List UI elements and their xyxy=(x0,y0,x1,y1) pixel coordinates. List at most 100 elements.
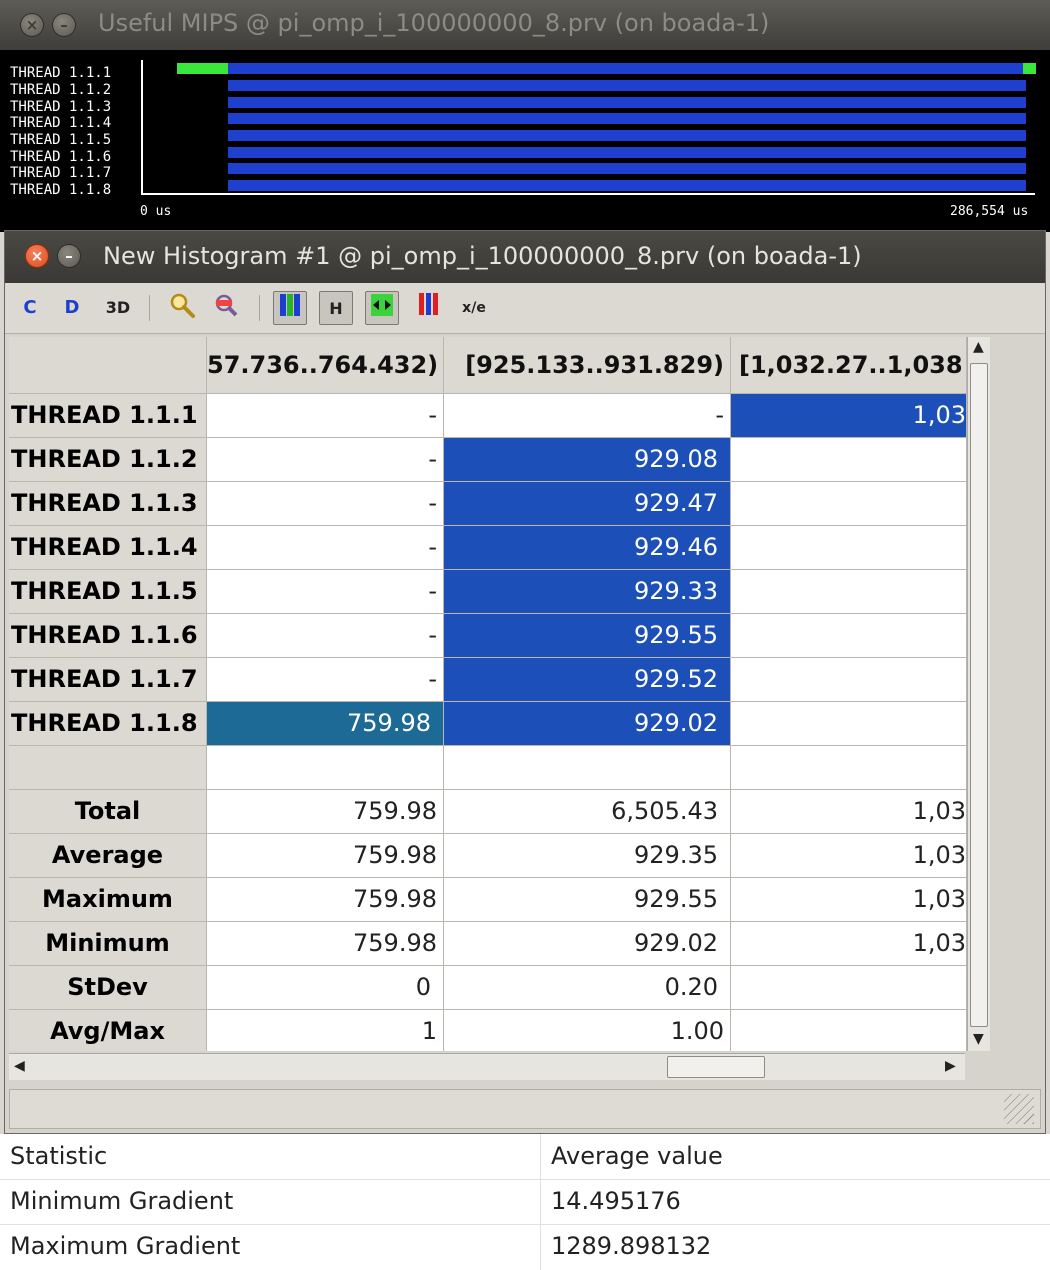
stat-cell[interactable]: 759.98 xyxy=(207,878,444,922)
table-cell[interactable]: - xyxy=(207,438,444,482)
scroll-right-icon[interactable]: ▶ xyxy=(945,1058,956,1074)
scroll-left-icon[interactable]: ◀ xyxy=(14,1058,25,1074)
stat-cell[interactable]: 1,03 xyxy=(731,922,967,966)
resize-grip-icon[interactable] xyxy=(1004,1094,1034,1124)
row-header[interactable]: THREAD 1.1.8 xyxy=(9,702,207,746)
table-cell[interactable]: - xyxy=(207,482,444,526)
row-header[interactable]: THREAD 1.1.3 xyxy=(9,482,207,526)
stat-cell[interactable]: 1.00 xyxy=(444,1010,731,1051)
minimize-icon: – xyxy=(60,16,68,34)
timeline-bar[interactable] xyxy=(228,97,1026,108)
horizontal-scroll-thumb[interactable] xyxy=(667,1056,765,1078)
3d-window-button[interactable]: 3D xyxy=(101,291,135,325)
minimize-button[interactable]: – xyxy=(52,13,76,37)
timeline-bar[interactable] xyxy=(177,63,228,74)
table-cell[interactable]: 929.47 xyxy=(444,482,731,526)
table-cell[interactable]: - xyxy=(207,570,444,614)
row-header[interactable]: THREAD 1.1.5 xyxy=(9,570,207,614)
horizontal-scrollbar[interactable]: ◀ ▶ xyxy=(9,1053,965,1080)
row-header[interactable]: THREAD 1.1.1 xyxy=(9,394,207,438)
close-button[interactable]: × xyxy=(20,13,44,37)
table-cell[interactable]: 929.46 xyxy=(444,526,731,570)
stat-row-header[interactable]: Total xyxy=(9,790,207,834)
stat-row-header[interactable]: Avg/Max xyxy=(9,1010,207,1051)
stat-cell[interactable]: 759.98 xyxy=(207,790,444,834)
minimize-button[interactable]: – xyxy=(57,244,81,268)
row-header[interactable]: THREAD 1.1.4 xyxy=(9,526,207,570)
table-cell[interactable] xyxy=(731,658,967,702)
zoom-button[interactable] xyxy=(165,291,199,325)
timeline-bar[interactable] xyxy=(228,113,1026,124)
table-cell[interactable] xyxy=(731,614,967,658)
table-cell[interactable]: 929.55 xyxy=(444,614,731,658)
timeline-bar[interactable] xyxy=(228,63,1023,74)
timeline-bar[interactable] xyxy=(1023,63,1036,74)
stat-cell[interactable]: 929.55 xyxy=(444,878,731,922)
stat-row-header[interactable]: Minimum xyxy=(9,922,207,966)
stat-cell[interactable]: 0 xyxy=(207,966,444,1010)
column-header[interactable]: [925.133..931.829) xyxy=(444,337,731,394)
histogram-table[interactable]: 57.736..764.432) [925.133..931.829) [1,0… xyxy=(9,337,967,1051)
table-cell[interactable] xyxy=(731,570,967,614)
data-window-button[interactable]: D xyxy=(55,291,89,325)
vertical-scroll-thumb[interactable] xyxy=(970,363,988,1027)
thread-label: THREAD 1.1.7 xyxy=(10,165,112,181)
table-cell[interactable]: - xyxy=(207,394,444,438)
row-header[interactable]: THREAD 1.1.7 xyxy=(9,658,207,702)
open-control-button[interactable] xyxy=(209,291,243,325)
table-cell[interactable] xyxy=(731,526,967,570)
table-cell[interactable]: 759.98 xyxy=(207,702,444,746)
stat-cell[interactable]: 1,03 xyxy=(731,790,967,834)
vertical-scrollbar[interactable]: ▲ ▼ xyxy=(967,337,990,1051)
stat-row-header[interactable]: Average xyxy=(9,834,207,878)
timeline-bar[interactable] xyxy=(228,80,1026,91)
column-header[interactable]: [1,032.27..1,038 xyxy=(731,337,967,394)
stat-cell[interactable]: 929.02 xyxy=(444,922,731,966)
timeline-bar[interactable] xyxy=(228,180,1026,191)
stat-cell[interactable]: 759.98 xyxy=(207,922,444,966)
timeline-bar[interactable] xyxy=(228,147,1026,158)
table-cell[interactable]: 929.08 xyxy=(444,438,731,482)
histogram-titlebar[interactable]: × – New Histogram #1 @ pi_omp_i_10000000… xyxy=(5,231,1045,283)
timeline-titlebar[interactable]: × – Useful MIPS @ pi_omp_i_100000000_8.p… xyxy=(0,0,1050,50)
table-cell[interactable]: - xyxy=(207,526,444,570)
stat-cell[interactable]: 1 xyxy=(207,1010,444,1051)
table-cell[interactable]: 1,03 xyxy=(731,394,967,438)
row-header[interactable]: THREAD 1.1.6 xyxy=(9,614,207,658)
stat-cell[interactable] xyxy=(731,966,967,1010)
stat-row-header[interactable]: Maximum xyxy=(9,878,207,922)
stat-cell[interactable]: 1,03 xyxy=(731,834,967,878)
thread-label: THREAD 1.1.8 xyxy=(10,182,112,198)
stat-row-header[interactable]: StDev xyxy=(9,966,207,1010)
stat-cell[interactable]: 759.98 xyxy=(207,834,444,878)
thread-label: THREAD 1.1.6 xyxy=(10,149,112,165)
color-bars-button[interactable] xyxy=(411,291,445,325)
column-header[interactable]: 57.736..764.432) xyxy=(207,337,444,394)
window-title: New Histogram #1 @ pi_omp_i_100000000_8.… xyxy=(103,242,862,270)
table-cell[interactable] xyxy=(731,702,967,746)
stat-cell[interactable]: 6,505.43 xyxy=(444,790,731,834)
fit-columns-button[interactable] xyxy=(365,291,399,325)
table-cell[interactable]: 929.52 xyxy=(444,658,731,702)
stat-cell[interactable] xyxy=(731,1010,967,1051)
stat-cell[interactable]: 929.35 xyxy=(444,834,731,878)
stat-cell[interactable]: 1,03 xyxy=(731,878,967,922)
table-cell[interactable]: - xyxy=(207,614,444,658)
table-cell[interactable]: 929.02 xyxy=(444,702,731,746)
gradient-color-button[interactable] xyxy=(273,291,307,325)
close-button[interactable]: × xyxy=(25,244,49,268)
timeline-bar[interactable] xyxy=(228,130,1026,141)
table-cell[interactable] xyxy=(731,438,967,482)
scroll-down-icon[interactable]: ▼ xyxy=(973,1031,984,1047)
table-cell[interactable]: - xyxy=(207,658,444,702)
table-cell[interactable]: 929.33 xyxy=(444,570,731,614)
control-window-button[interactable]: C xyxy=(13,291,47,325)
stat-cell[interactable]: 0.20 xyxy=(444,966,731,1010)
table-cell[interactable] xyxy=(731,482,967,526)
horizontal-button[interactable]: H xyxy=(319,291,353,325)
table-cell[interactable]: - xyxy=(444,394,731,438)
row-header[interactable]: THREAD 1.1.2 xyxy=(9,438,207,482)
timeline-bar[interactable] xyxy=(228,163,1026,174)
semantic-scale-button[interactable]: x/e xyxy=(457,291,491,325)
scroll-up-icon[interactable]: ▲ xyxy=(973,339,984,355)
